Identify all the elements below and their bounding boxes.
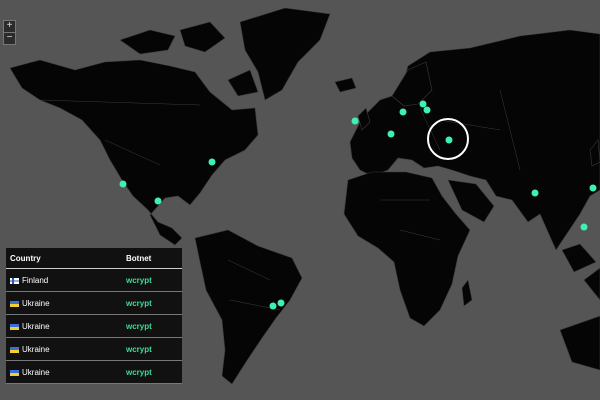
infection-marker[interactable] [154, 197, 162, 205]
infection-marker[interactable] [589, 184, 597, 192]
ukraine-flag-icon [10, 346, 19, 353]
australia-edge-landmass [559, 315, 600, 371]
country-name: Ukraine [22, 322, 50, 331]
table-row[interactable]: Ukraine wcrypt [6, 339, 182, 361]
table-row[interactable]: Finland wcrypt [6, 270, 182, 292]
north-america-landmass [9, 59, 259, 246]
infection-marker[interactable] [351, 117, 359, 125]
infection-marker[interactable] [445, 136, 453, 144]
zoom-out-button[interactable]: − [3, 32, 16, 45]
table-row[interactable]: Ukraine wcrypt [6, 362, 182, 384]
table-header: Country Botnet [6, 248, 182, 269]
botnet-name: wcrypt [126, 322, 152, 331]
botnet-name: wcrypt [126, 368, 152, 377]
infection-marker[interactable] [399, 108, 407, 116]
botnet-name: wcrypt [126, 276, 152, 285]
infection-marker[interactable] [419, 100, 427, 108]
infection-marker[interactable] [531, 189, 539, 197]
africa-landmass [343, 171, 471, 327]
infection-marker[interactable] [277, 299, 285, 307]
botnet-name: wcrypt [126, 345, 152, 354]
country-name: Finland [22, 276, 49, 285]
infection-marker[interactable] [269, 302, 277, 310]
table-row[interactable]: Ukraine wcrypt [6, 293, 182, 315]
infection-marker[interactable] [580, 223, 588, 231]
south-america-landmass [194, 229, 303, 385]
infection-table: Country Botnet Finland wcrypt Ukraine wc… [6, 248, 182, 384]
madagascar-landmass [461, 279, 473, 307]
ukraine-flag-icon [10, 323, 19, 330]
infection-marker[interactable] [208, 158, 216, 166]
iceland-landmass [334, 77, 357, 93]
infection-marker[interactable] [119, 180, 127, 188]
country-name: Ukraine [22, 345, 50, 354]
country-column-header: Country [10, 253, 41, 263]
botnet-name: wcrypt [126, 299, 152, 308]
country-name: Ukraine [22, 368, 50, 377]
ukraine-flag-icon [10, 300, 19, 307]
southeast-asia-islands [561, 243, 600, 301]
infection-marker[interactable] [387, 130, 395, 138]
ukraine-flag-icon [10, 369, 19, 376]
botnet-column-header: Botnet [126, 253, 152, 263]
infection-marker[interactable] [423, 106, 431, 114]
table-row[interactable]: Ukraine wcrypt [6, 316, 182, 338]
country-name: Ukraine [22, 299, 50, 308]
finland-flag-icon [10, 277, 19, 284]
